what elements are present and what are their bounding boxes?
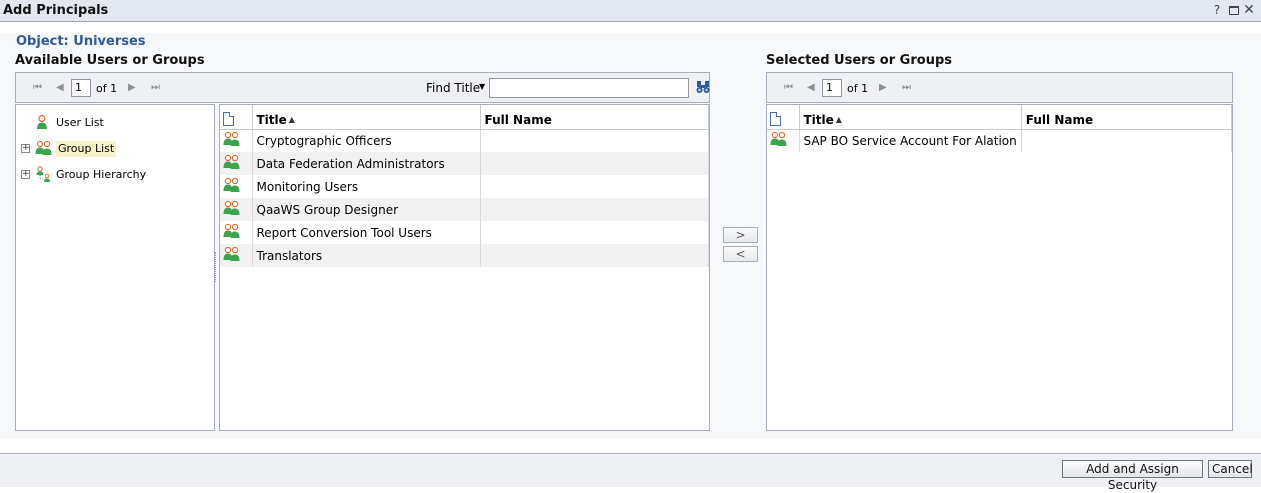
next-page-icon[interactable]: ▶ bbox=[128, 82, 136, 93]
dialog-title-bar bbox=[0, 0, 1261, 22]
selected-grid: Title ▲ Full Name SAP BO Service Account … bbox=[766, 104, 1233, 431]
full-name-cell bbox=[480, 198, 709, 221]
available-heading: Available Users or Groups bbox=[15, 53, 205, 68]
group-icon bbox=[770, 132, 788, 150]
title-cell: Data Federation Administrators bbox=[252, 152, 481, 175]
add-to-selected-button[interactable]: > bbox=[723, 227, 758, 243]
group-icon bbox=[223, 200, 241, 219]
find-field-dropdown-icon[interactable]: ▼ bbox=[479, 82, 485, 91]
table-row[interactable]: Monitoring Users bbox=[220, 175, 709, 198]
page-number-input[interactable]: 1 bbox=[71, 79, 91, 97]
expand-icon[interactable]: + bbox=[21, 144, 30, 153]
prev-page-icon[interactable]: ◀ bbox=[56, 82, 64, 93]
full-name-cell bbox=[1021, 129, 1233, 152]
column-label: Title bbox=[803, 112, 834, 127]
title-cell: Translators bbox=[252, 244, 481, 267]
page-number-input[interactable]: 1 bbox=[822, 79, 842, 97]
title-column-header[interactable]: Title ▲ bbox=[799, 105, 1022, 130]
last-page-icon[interactable]: ⏭ bbox=[151, 82, 160, 93]
table-row[interactable]: QaaWS Group Designer bbox=[220, 198, 709, 221]
full-name-column-header[interactable]: Full Name bbox=[1021, 105, 1233, 130]
document-icon bbox=[770, 111, 781, 126]
selected-heading: Selected Users or Groups bbox=[766, 53, 952, 68]
maximize-icon[interactable] bbox=[1227, 2, 1241, 18]
available-toolbar: ⏮ ◀ 1 of 1 ▶ ⏭ Find Title ▼ bbox=[15, 72, 710, 103]
first-page-icon[interactable]: ⏮ bbox=[33, 82, 42, 93]
panel-splitter-handle[interactable] bbox=[215, 252, 218, 282]
tree-item-group-list[interactable]: + Group List bbox=[21, 140, 201, 157]
title-column-header[interactable]: Title ▲ bbox=[252, 105, 481, 130]
expand-icon[interactable]: + bbox=[21, 170, 30, 179]
sort-ascending-icon: ▲ bbox=[288, 114, 295, 124]
full-name-cell bbox=[480, 221, 709, 244]
cancel-button[interactable]: Cancel bbox=[1208, 460, 1253, 478]
full-name-cell bbox=[480, 129, 709, 152]
column-label: Full Name bbox=[484, 112, 552, 127]
table-row[interactable]: SAP BO Service Account For Alation bbox=[767, 129, 1233, 152]
group-hierarchy-icon bbox=[35, 166, 53, 187]
tree-item-label: User List bbox=[56, 116, 104, 129]
object-label: Object: Universes bbox=[16, 34, 146, 49]
table-row[interactable]: Translators bbox=[220, 244, 709, 267]
page-count-label: of 1 bbox=[96, 82, 118, 95]
title-cell: QaaWS Group Designer bbox=[252, 198, 481, 221]
close-icon[interactable]: ✕ bbox=[1242, 2, 1256, 18]
full-name-cell bbox=[480, 244, 709, 267]
group-icon bbox=[223, 132, 241, 150]
group-icon bbox=[223, 223, 241, 242]
remove-from-selected-button[interactable]: < bbox=[723, 246, 758, 262]
title-cell: Report Conversion Tool Users bbox=[252, 221, 481, 244]
title-cell: Cryptographic Officers bbox=[252, 129, 481, 152]
type-column-header[interactable] bbox=[220, 105, 253, 130]
dialog-title: Add Principals bbox=[3, 3, 109, 18]
full-name-cell bbox=[480, 152, 709, 175]
table-row[interactable]: Data Federation Administrators bbox=[220, 152, 709, 175]
group-icon bbox=[223, 246, 241, 265]
last-page-icon[interactable]: ⏭ bbox=[902, 82, 911, 93]
page-count-label: of 1 bbox=[847, 82, 869, 95]
help-icon[interactable]: ? bbox=[1210, 2, 1224, 18]
prev-page-icon[interactable]: ◀ bbox=[807, 82, 815, 93]
find-label: Find Title bbox=[426, 81, 481, 95]
column-label: Title bbox=[256, 112, 287, 127]
tree-item-label: Group Hierarchy bbox=[56, 168, 147, 181]
group-icon bbox=[223, 154, 241, 173]
first-page-icon[interactable]: ⏮ bbox=[784, 82, 793, 93]
type-column-header[interactable] bbox=[767, 105, 800, 130]
tree-item-user-list[interactable]: User List bbox=[24, 114, 204, 131]
title-cell: SAP BO Service Account For Alation bbox=[799, 129, 1022, 152]
add-and-assign-security-button[interactable]: Add and Assign Security bbox=[1062, 460, 1203, 492]
document-icon bbox=[223, 111, 234, 126]
full-name-cell bbox=[480, 175, 709, 198]
binoculars-search-icon[interactable] bbox=[696, 80, 710, 94]
tree-item-group-hierarchy[interactable]: + Group Hierarchy bbox=[21, 166, 201, 183]
group-icon bbox=[35, 140, 53, 161]
full-name-column-header[interactable]: Full Name bbox=[480, 105, 709, 130]
table-row[interactable]: Report Conversion Tool Users bbox=[220, 221, 709, 244]
sort-ascending-icon: ▲ bbox=[835, 114, 842, 124]
tree-item-label: Group List bbox=[56, 141, 117, 157]
user-icon bbox=[35, 114, 49, 135]
group-icon bbox=[223, 177, 241, 196]
available-grid: Title ▲ Full Name Cryptographic Officers … bbox=[219, 104, 710, 431]
title-cell: Monitoring Users bbox=[252, 175, 481, 198]
principal-tree: User List + Group List + Group Hierarchy bbox=[15, 104, 215, 431]
table-row[interactable]: Cryptographic Officers bbox=[220, 129, 709, 152]
selected-toolbar: ⏮ ◀ 1 of 1 ▶ ⏭ bbox=[766, 72, 1233, 103]
column-label: Full Name bbox=[1025, 112, 1094, 127]
next-page-icon[interactable]: ▶ bbox=[879, 82, 887, 93]
find-title-input[interactable] bbox=[489, 78, 689, 98]
